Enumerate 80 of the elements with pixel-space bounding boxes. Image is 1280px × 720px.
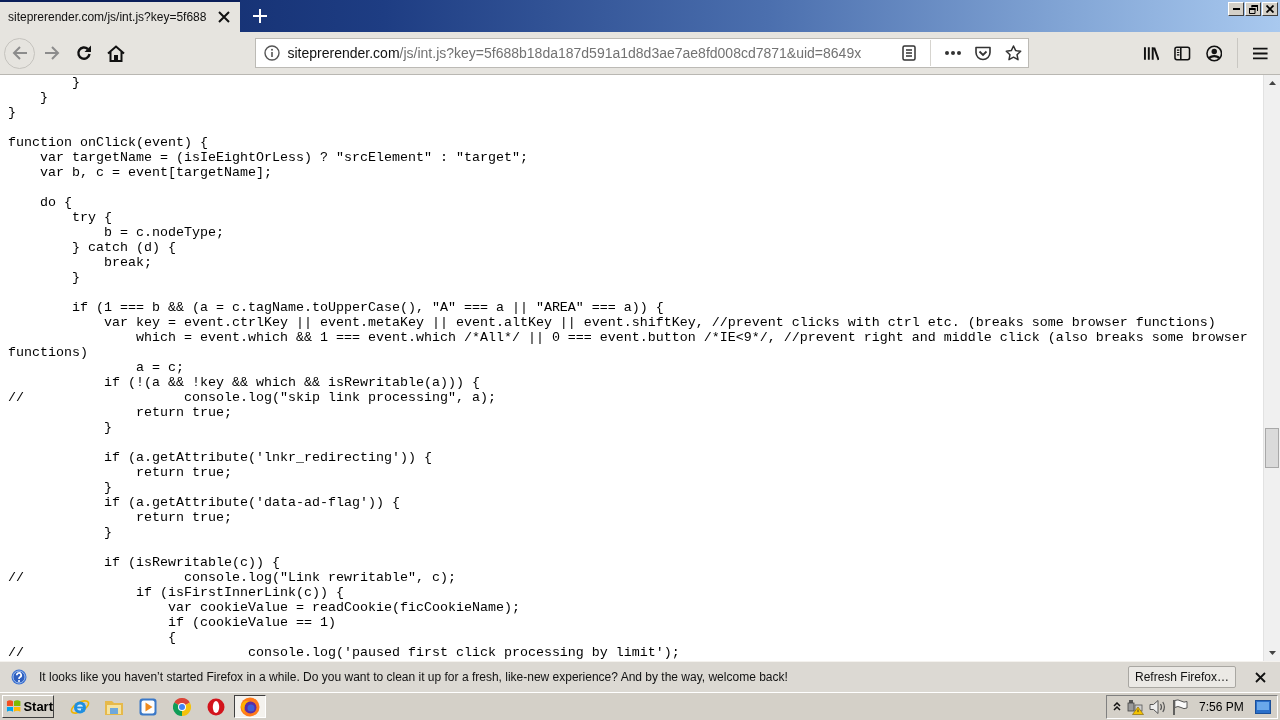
- left-arrow-icon: [11, 46, 28, 60]
- code-line: // console.log("Link rewritable", c);: [8, 570, 457, 585]
- star-icon[interactable]: [1004, 45, 1022, 61]
- start-button[interactable]: Start: [2, 695, 54, 718]
- code-line: }: [71, 270, 81, 285]
- code-line: }: [102, 420, 113, 435]
- up-triangle-icon: [1268, 81, 1276, 85]
- play-icon: [139, 697, 157, 716]
- sidebar-icon[interactable]: [1174, 45, 1191, 61]
- taskbar-app-button[interactable]: [234, 695, 266, 718]
- chevron-up-icon[interactable]: [1113, 702, 1121, 711]
- code-line: }: [102, 525, 113, 540]
- code-line: if (isRewritable(c)) {: [102, 555, 281, 570]
- code-line: do {: [39, 195, 73, 210]
- code-line: var key = event.ctrlKey || event.metaKey || event.altKey || event.shiftKey, //prevent clicks with ctrl etc. (breaks some browser functions): [102, 315, 1217, 330]
- code-line: a = c;: [134, 360, 185, 375]
- code-line: }: [71, 75, 81, 90]
- code-line: }: [102, 480, 113, 495]
- question-icon: [11, 669, 27, 685]
- fox-globe-icon: [240, 696, 260, 717]
- code-line: // console.log('paused first click processing by limit');: [8, 645, 681, 660]
- close-icon: [1254, 671, 1266, 683]
- flag-icon[interactable]: [1172, 698, 1188, 715]
- code-line: if (a.getAttribute('lnkr_redirecting')) {: [102, 450, 433, 465]
- code-line: if (cookieValue == 1): [166, 615, 337, 630]
- minimize-icon: [1232, 8, 1240, 10]
- info-icon[interactable]: [263, 45, 280, 61]
- url-text: siteprerender.com/js/int.js?key=5f688b18da187d591a1d8d3ae7ae8fd008cd7871&uid=8649x: [287, 45, 862, 61]
- scrollbar-thumb[interactable]: [1265, 428, 1279, 469]
- code-line: if (!(a && !key && which && isRewritable(a))) {: [102, 375, 481, 390]
- code-line: if (1 === b && (a = c.tagName.toUpperCase(), "A" === a || "AREA" === a)) {: [71, 300, 665, 315]
- reload-icon: [76, 45, 92, 61]
- code-line: } catch (d) {: [71, 240, 177, 255]
- code-line: return true;: [134, 465, 233, 480]
- code-line: break;: [102, 255, 153, 270]
- code-line: // console.log("skip link processing", a);: [8, 390, 497, 405]
- code-line: b = c.nodeType;: [102, 225, 225, 240]
- address-bar[interactable]: siteprerender.com/js/int.js?key=5f688b18da187d591a1d8d3ae7ae8fd008cd7871&uid=8649x: [254, 38, 1029, 68]
- shield-chevron-icon[interactable]: [974, 45, 991, 61]
- code-line: var b, c = event[targetName];: [39, 165, 273, 180]
- close-window-button[interactable]: [1262, 2, 1278, 16]
- restore-button[interactable]: [1245, 2, 1261, 16]
- plus-icon: [253, 9, 268, 23]
- restore-icon: [1248, 4, 1258, 14]
- code-line: try {: [71, 210, 113, 225]
- close-tab-button[interactable]: [216, 9, 233, 25]
- refresh-button[interactable]: Refresh Firefox…: [1127, 666, 1236, 688]
- speaker-icon[interactable]: [1149, 698, 1167, 715]
- code-line: function onClick(event) {: [8, 135, 209, 150]
- clock-time[interactable]: 7:56 PM: [1199, 699, 1244, 714]
- notification-message: It looks like you haven’t started Firefox in a while. Do you want to clean it up for a fresh, like-new experience? And by the way, welcome back!: [39, 670, 788, 684]
- code-line: which = event.which && 1 === event.which /*All*/ || 0 === event.button /*IE<9*/, //prevent right and middle click (also breaks some browser: [134, 330, 1249, 345]
- monitor-icon[interactable]: [1254, 699, 1271, 714]
- code-line: var cookieValue = readCookie(ficCookieName);: [166, 600, 521, 615]
- four-pane-logo-icon: [6, 699, 22, 714]
- reader-view-icon[interactable]: [901, 45, 916, 61]
- code-line: functions): [8, 345, 89, 360]
- code-line: }: [8, 105, 17, 120]
- close-notification-button[interactable]: [1252, 669, 1268, 685]
- browser-tab[interactable]: siteprerender.com/js/int.js?key=5f688: [0, 0, 241, 32]
- down-triangle-icon: [1268, 651, 1276, 655]
- code-line: return true;: [134, 510, 233, 525]
- o-ring-icon: [207, 697, 225, 716]
- user-circle-icon[interactable]: [1206, 44, 1223, 62]
- right-arrow-icon: [44, 46, 60, 60]
- code-line: }: [39, 90, 49, 105]
- code-line: var targetName = (isIeEightOrLess) ? "srcElement" : "target";: [39, 150, 529, 165]
- code-line: if (a.getAttribute('data-ad-flag')) {: [102, 495, 401, 510]
- tricolor-circle-icon: [173, 697, 191, 716]
- minimize-button[interactable]: [1228, 2, 1244, 16]
- home-icon: [107, 44, 125, 62]
- code-line: if (isFirstInnerLink(c)) {: [134, 585, 345, 600]
- network-warning-icon[interactable]: [1126, 698, 1144, 715]
- close-icon: [218, 11, 231, 23]
- more-icon[interactable]: [944, 51, 961, 55]
- books-icon[interactable]: [1143, 45, 1160, 61]
- code-line: return true;: [134, 405, 233, 420]
- code-line: {: [166, 630, 177, 645]
- menu-icon[interactable]: [1253, 46, 1268, 60]
- close-icon: [1266, 5, 1274, 13]
